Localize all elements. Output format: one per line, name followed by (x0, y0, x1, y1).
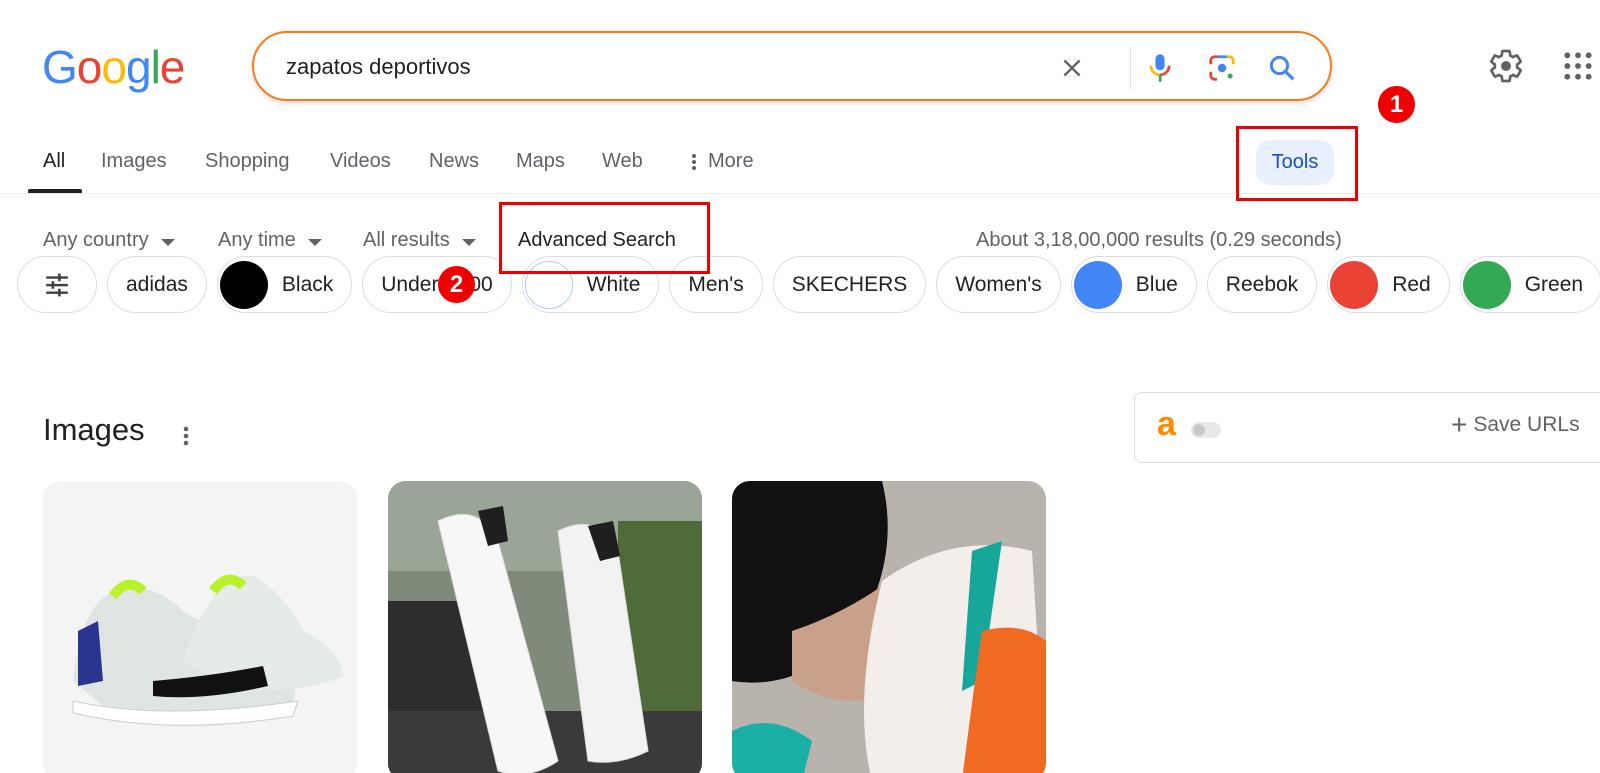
shoe-image-white-hightop (388, 481, 702, 773)
chip-mens[interactable]: Men's (669, 256, 763, 313)
annotation-marker-1: 1 (1378, 86, 1415, 123)
logo-letter: g (125, 41, 152, 93)
tab-maps[interactable]: Maps (516, 150, 565, 173)
tools-button[interactable]: Tools (1256, 140, 1334, 185)
google-apps-button[interactable] (1562, 50, 1594, 82)
image-thumbnail[interactable] (43, 481, 357, 773)
chip-label: Black (281, 272, 334, 296)
search-divider (1130, 47, 1131, 89)
tab-shopping[interactable]: Shopping (205, 150, 290, 173)
tab-more-label: More (708, 150, 754, 172)
chip-blue[interactable]: Blue (1070, 256, 1197, 313)
chip-womens[interactable]: Women's (936, 256, 1061, 313)
close-icon (1063, 59, 1081, 77)
camera-lens-icon (1209, 55, 1235, 81)
chip-black[interactable]: Black (216, 256, 353, 313)
search-tabs: All Images Shopping Videos News Maps Web… (0, 140, 1600, 194)
chip-white[interactable]: White (521, 256, 660, 313)
shoe-image-grey-running (43, 481, 357, 773)
microphone-icon (1149, 54, 1171, 82)
chip-label: White (586, 272, 641, 296)
logo-letter: l (150, 41, 161, 93)
shoe-image-teal-orange (732, 481, 1046, 773)
images-section-heading: Images (43, 412, 145, 447)
google-logo[interactable]: Google (42, 41, 186, 93)
search-button[interactable] (1264, 50, 1300, 86)
gear-icon (1490, 49, 1522, 83)
image-thumbnail[interactable] (732, 481, 1046, 773)
country-filter-dropdown[interactable]: Any country (43, 229, 175, 252)
logo-letter: G (42, 41, 78, 93)
images-more-button[interactable] (180, 424, 192, 448)
plus-icon: + (1451, 409, 1468, 440)
chip-green[interactable]: Green (1459, 256, 1600, 313)
voice-search-button[interactable] (1142, 50, 1178, 86)
save-urls-label: Save URLs (1473, 413, 1580, 436)
chip-label: Red (1392, 272, 1431, 296)
refinement-chips: adidas Black Under ₹500 White Men's SKEC… (17, 256, 1600, 313)
active-tab-indicator (28, 189, 82, 193)
tab-news[interactable]: News (429, 150, 479, 173)
chip-label: Women's (955, 272, 1042, 296)
caret-down-icon (461, 238, 476, 246)
chip-label: Men's (688, 272, 744, 296)
logo-letter: o (101, 41, 127, 93)
more-vert-icon (183, 426, 189, 446)
search-input[interactable] (286, 51, 1006, 83)
logo-letter: o (76, 41, 103, 93)
chip-reebok[interactable]: Reebok (1206, 256, 1318, 313)
tab-all[interactable]: All (43, 150, 65, 173)
annotation-marker-2: 2 (438, 266, 475, 303)
apps-grid-icon (1564, 52, 1592, 80)
extension-logo: a (1157, 405, 1176, 443)
chip-label: Under ₹500 (381, 273, 493, 296)
chip-filters[interactable] (17, 256, 97, 313)
results-filter-label: All results (363, 229, 450, 251)
tab-web[interactable]: Web (602, 150, 643, 173)
tab-more[interactable]: More (690, 150, 754, 173)
result-stats: About 3,18,00,000 results (0.29 seconds) (976, 229, 1342, 251)
search-box (252, 31, 1332, 101)
chip-under-500[interactable]: Under ₹500 (362, 256, 512, 313)
chip-label: Green (1524, 272, 1584, 296)
chip-label: adidas (126, 272, 188, 296)
chip-adidas[interactable]: adidas (107, 256, 207, 313)
color-swatch-red (1330, 260, 1379, 309)
logo-letter: e (159, 41, 186, 93)
caret-down-icon (160, 238, 175, 246)
extension-card: a + Save URLs (1134, 392, 1600, 463)
chip-skechers[interactable]: SKECHERS (772, 256, 927, 313)
chip-red[interactable]: Red (1327, 256, 1450, 313)
caret-down-icon (307, 238, 322, 246)
color-swatch-white (524, 260, 573, 309)
image-thumbnail[interactable] (388, 481, 702, 773)
chip-label: SKECHERS (791, 272, 908, 296)
chip-label: Reebok (1225, 272, 1299, 296)
settings-button[interactable] (1488, 48, 1524, 84)
tab-videos[interactable]: Videos (330, 150, 391, 173)
time-filter-label: Any time (218, 229, 296, 251)
advanced-search-link[interactable]: Advanced Search (518, 229, 676, 252)
color-swatch-blue (1073, 260, 1122, 309)
tune-icon (46, 273, 68, 296)
color-swatch-black (219, 260, 268, 309)
save-urls-button[interactable]: + Save URLs (1451, 409, 1580, 440)
results-filter-dropdown[interactable]: All results (363, 229, 476, 252)
time-filter-dropdown[interactable]: Any time (218, 229, 322, 252)
clear-search-button[interactable] (1054, 50, 1090, 86)
tab-images[interactable]: Images (101, 150, 167, 173)
chip-label: Blue (1135, 272, 1178, 296)
color-swatch-green (1462, 260, 1511, 309)
more-vert-icon (692, 153, 696, 170)
country-filter-label: Any country (43, 229, 149, 251)
image-search-button[interactable] (1204, 50, 1240, 86)
search-icon (1269, 55, 1295, 81)
extension-toggle[interactable] (1191, 422, 1221, 438)
